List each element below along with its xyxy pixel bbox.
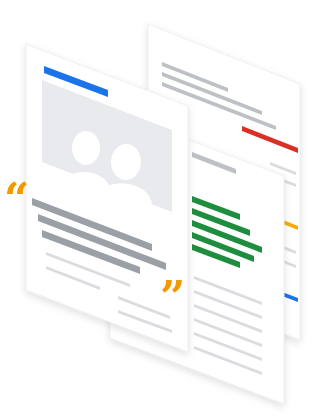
close-quote-icon: ”	[160, 272, 185, 323]
stacked-documents-illustration: “ ”	[4, 23, 301, 405]
open-quote-icon: “	[4, 174, 29, 225]
